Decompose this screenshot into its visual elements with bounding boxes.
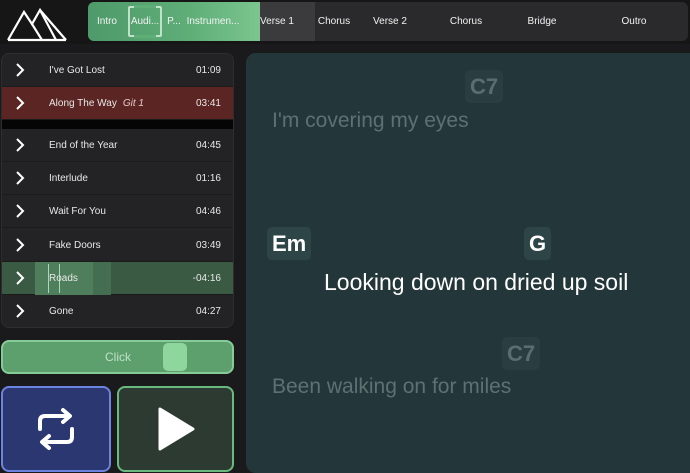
song-title: Along The Way Git 1 bbox=[49, 87, 144, 120]
song-duration: 04:46 bbox=[195, 206, 221, 217]
song-title: End of the Year bbox=[49, 140, 118, 151]
click-volume-slider[interactable]: Click bbox=[1, 340, 234, 374]
setlist-row[interactable]: End of the Year 04:45 bbox=[2, 129, 233, 162]
section-verse-1[interactable]: Verse 1 bbox=[248, 2, 306, 41]
section-instrumental[interactable]: Instrumen... bbox=[184, 2, 242, 41]
song-title: I've Got Lost bbox=[49, 65, 105, 76]
section-p[interactable]: P... bbox=[164, 2, 184, 41]
setlist-panel: I've Got Lost 01:09 Along The Way Git 1 0… bbox=[1, 53, 234, 328]
song-duration: 03:49 bbox=[195, 240, 221, 251]
song-progress-tail bbox=[93, 262, 111, 295]
section-chorus-2[interactable]: Chorus bbox=[428, 2, 504, 41]
lyric-line-previous: I'm covering my eyes bbox=[272, 109, 469, 132]
song-title: Interlude bbox=[49, 173, 88, 184]
section-audio[interactable]: Audi... bbox=[126, 2, 164, 41]
section-intro[interactable]: Intro bbox=[88, 2, 126, 41]
song-tag: Git 1 bbox=[122, 98, 144, 109]
setlist-row[interactable]: I've Got Lost 01:09 bbox=[2, 54, 233, 87]
mountain-logo-icon bbox=[7, 7, 67, 42]
setlist-row-playing[interactable]: Roads -04:16 bbox=[2, 262, 233, 295]
setlist-row[interactable]: Interlude 01:16 bbox=[2, 162, 233, 195]
song-duration: 01:16 bbox=[195, 173, 221, 184]
section-bridge[interactable]: Bridge bbox=[504, 2, 580, 41]
section-verse-2[interactable]: Verse 2 bbox=[362, 2, 418, 41]
chevron-right-icon bbox=[16, 63, 25, 77]
song-duration: -04:16 bbox=[192, 273, 221, 284]
song-title: Wait For You bbox=[49, 206, 106, 217]
chord-current-1: Em bbox=[267, 227, 312, 260]
chord-previous: C7 bbox=[465, 70, 504, 103]
song-duration: 01:09 bbox=[195, 65, 221, 76]
setlist-row[interactable]: Fake Doors 03:49 bbox=[2, 229, 233, 262]
chevron-right-icon bbox=[16, 171, 25, 185]
chevron-right-icon bbox=[16, 138, 25, 152]
chevron-right-icon bbox=[16, 96, 25, 110]
click-label: Click bbox=[105, 350, 131, 364]
play-icon bbox=[158, 407, 194, 451]
setlist-row-active[interactable]: Along The Way Git 1 03:41 bbox=[2, 87, 233, 120]
song-title: Fake Doors bbox=[49, 240, 101, 251]
setlist-divider bbox=[2, 120, 233, 129]
lyric-line-current: Looking down on dried up soil bbox=[324, 269, 629, 295]
lyrics-panel: C7 I'm covering my eyes Em G Looking dow… bbox=[246, 53, 690, 473]
setlist-row[interactable]: Gone 04:27 bbox=[2, 295, 233, 327]
chevron-right-icon bbox=[16, 304, 25, 318]
setlist-row[interactable]: Wait For You 04:46 bbox=[2, 195, 233, 228]
chevron-right-icon bbox=[16, 271, 25, 285]
chord-next: C7 bbox=[502, 337, 541, 370]
section-chorus-1[interactable]: Chorus bbox=[306, 2, 362, 41]
song-duration: 03:41 bbox=[195, 98, 221, 109]
loop-button[interactable] bbox=[1, 386, 111, 472]
click-slider-knob[interactable] bbox=[163, 343, 187, 371]
chevron-right-icon bbox=[16, 204, 25, 218]
song-title: Gone bbox=[49, 306, 74, 317]
chevron-right-icon bbox=[16, 238, 25, 252]
song-duration: 04:45 bbox=[195, 140, 221, 151]
lyric-line-next: Been walking on for miles bbox=[272, 375, 512, 398]
chord-current-2: G bbox=[524, 227, 552, 260]
loop-icon bbox=[38, 408, 74, 450]
song-title-text: Along The Way bbox=[49, 98, 117, 109]
top-bar: Intro Audi... P... Instrumen... Verse 1 … bbox=[0, 0, 690, 44]
section-timeline[interactable]: Intro Audi... P... Instrumen... Verse 1 … bbox=[88, 2, 688, 41]
song-duration: 04:27 bbox=[195, 306, 221, 317]
section-outro[interactable]: Outro bbox=[596, 2, 672, 41]
play-button[interactable] bbox=[117, 386, 234, 472]
song-title: Roads bbox=[49, 273, 78, 284]
app-root: Intro Audi... P... Instrumen... Verse 1 … bbox=[0, 0, 690, 473]
